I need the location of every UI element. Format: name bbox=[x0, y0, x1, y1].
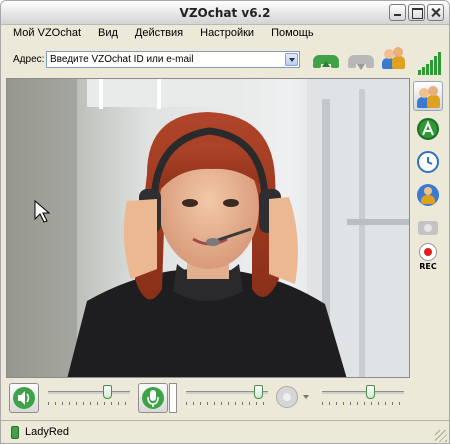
slider-ticks bbox=[322, 402, 404, 405]
remote-video-feed bbox=[7, 79, 409, 377]
slider-ticks bbox=[186, 402, 268, 405]
history-clock-icon bbox=[417, 151, 439, 173]
username-label: LadyRed bbox=[25, 426, 70, 438]
app-window: VZOchat v6.2 Мой VZOchat Вид Действия На… bbox=[0, 0, 450, 444]
signal-strength-icon bbox=[417, 51, 441, 75]
speaker-volume-slider[interactable] bbox=[48, 385, 130, 409]
person-head-icon bbox=[428, 86, 438, 96]
sidebar-item-contacts[interactable] bbox=[413, 81, 443, 111]
sidebar-item-chat[interactable] bbox=[413, 114, 443, 144]
user-info-icon bbox=[417, 184, 439, 206]
sidebar-item-history[interactable] bbox=[413, 147, 443, 177]
person-body-icon bbox=[427, 95, 440, 108]
person-body-icon bbox=[392, 56, 405, 69]
call-button[interactable] bbox=[310, 47, 342, 71]
contacts-button[interactable] bbox=[382, 46, 406, 70]
address-combobox[interactable]: Введите VZOchat ID или e-mail bbox=[46, 51, 300, 68]
webcam-icon bbox=[283, 393, 291, 401]
webcam-button[interactable] bbox=[276, 386, 298, 408]
status-bar: LadyRed bbox=[1, 420, 449, 443]
chat-icon bbox=[417, 118, 439, 140]
mic-level-meter bbox=[169, 383, 177, 413]
slider-track bbox=[322, 391, 404, 394]
chevron-down-icon[interactable] bbox=[285, 53, 298, 66]
close-button[interactable] bbox=[427, 4, 444, 21]
menu-help[interactable]: Помощь bbox=[271, 27, 314, 43]
sidebar-item-record[interactable]: REC bbox=[413, 241, 443, 273]
call-hangup-icon bbox=[348, 55, 374, 68]
window-controls bbox=[389, 4, 444, 21]
side-toolbar: REC bbox=[413, 81, 443, 271]
snapshot-camera-icon bbox=[418, 221, 438, 235]
microphone-icon bbox=[142, 387, 164, 409]
resize-grip[interactable] bbox=[435, 430, 447, 442]
clock-hands-glyph bbox=[427, 157, 433, 165]
record-icon bbox=[419, 243, 437, 261]
chevron-down-icon[interactable] bbox=[303, 395, 309, 399]
video-view bbox=[6, 78, 410, 378]
window-title: VZOchat v6.2 bbox=[179, 6, 271, 20]
speaker-icon bbox=[13, 387, 35, 409]
contacts-icon bbox=[417, 85, 441, 109]
person-head-icon bbox=[393, 47, 403, 57]
chat-letter-glyph bbox=[422, 120, 434, 136]
record-label: REC bbox=[419, 262, 437, 271]
arrow-up-icon bbox=[322, 61, 330, 67]
sidebar-item-user-info[interactable] bbox=[413, 180, 443, 210]
media-controls bbox=[6, 380, 446, 416]
mic-volume-slider[interactable] bbox=[186, 385, 268, 409]
menu-my-vzochat[interactable]: Мой VZOchat bbox=[13, 27, 81, 43]
minimize-button[interactable] bbox=[389, 4, 406, 21]
hangup-button[interactable] bbox=[345, 47, 377, 71]
slider-ticks bbox=[48, 402, 130, 405]
slider-thumb[interactable] bbox=[103, 385, 112, 399]
slider-thumb[interactable] bbox=[366, 385, 375, 399]
camera-slider[interactable] bbox=[322, 385, 404, 409]
menu-view[interactable]: Вид bbox=[98, 27, 118, 43]
title-bar[interactable]: VZOchat v6.2 bbox=[1, 1, 449, 25]
speaker-button[interactable] bbox=[9, 383, 39, 413]
menu-bar: Мой VZOchat Вид Действия Настройки Помощ… bbox=[5, 27, 314, 43]
slider-track bbox=[48, 391, 130, 394]
sidebar-item-snapshot[interactable] bbox=[413, 213, 443, 243]
menu-settings[interactable]: Настройки bbox=[200, 27, 254, 43]
address-label: Адрес: bbox=[13, 54, 45, 65]
menu-actions[interactable]: Действия bbox=[135, 27, 183, 43]
online-status-icon bbox=[11, 426, 19, 439]
microphone-button[interactable] bbox=[138, 383, 168, 413]
address-input[interactable]: Введите VZOchat ID или e-mail bbox=[50, 54, 193, 65]
maximize-button[interactable] bbox=[408, 4, 425, 21]
arrow-down-icon bbox=[357, 64, 365, 70]
slider-thumb[interactable] bbox=[254, 385, 263, 399]
